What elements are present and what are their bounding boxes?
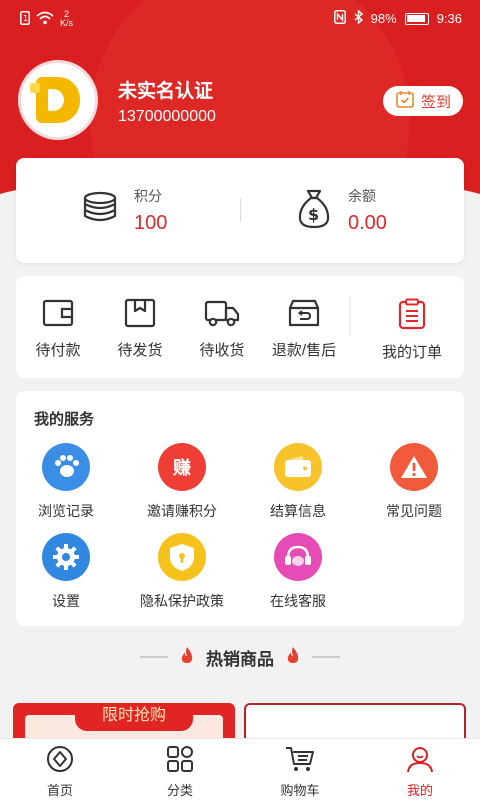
service-invite-earn[interactable]: 赚 邀请赚积分 xyxy=(122,443,242,521)
calendar-check-icon xyxy=(395,89,415,113)
service-privacy-policy[interactable]: 隐私保护政策 xyxy=(122,533,242,611)
order-pending-payment[interactable]: 待付款 xyxy=(16,298,100,360)
my-orders-label: 我的订单 xyxy=(381,344,442,361)
coins-icon xyxy=(80,188,120,233)
tab-label: 分类 xyxy=(166,783,193,798)
nfc-icon xyxy=(333,10,346,27)
bottom-tab-bar: 首页 分类 购物车 我的 xyxy=(0,738,480,800)
warning-icon xyxy=(390,443,438,491)
status-bar: 1 2 K/s 98% 9:36 xyxy=(0,0,480,36)
service-label: 在线客服 xyxy=(270,593,326,609)
points-item[interactable]: 积分 100 xyxy=(80,186,167,235)
gear-icon xyxy=(42,533,90,581)
wallet-icon xyxy=(274,443,322,491)
tab-home[interactable]: 首页 xyxy=(20,745,100,799)
services-card: 我的服务 浏览记录 赚 邀请赚积分 结算信息 常见问题 设置 隐私保护政策 在线… xyxy=(16,391,464,626)
points-value: 100 xyxy=(134,212,168,234)
tab-label: 购物车 xyxy=(280,783,320,798)
sim-icon: 1 xyxy=(20,10,30,28)
network-speed: 2 K/s xyxy=(60,9,74,28)
user-phone: 13700000000 xyxy=(118,108,216,125)
order-refund-aftersale[interactable]: 退款/售后 xyxy=(262,298,346,360)
hot-products-header: 热销商品 xyxy=(0,642,480,672)
user-name[interactable]: 未实名认证 xyxy=(118,76,213,103)
category-icon xyxy=(166,746,194,777)
flame-icon xyxy=(180,646,194,669)
money-bag-icon: $ xyxy=(296,187,332,234)
tab-cart[interactable]: 购物车 xyxy=(260,745,340,799)
divider-line xyxy=(312,656,340,658)
my-orders-link[interactable]: 我的订单 xyxy=(370,298,454,362)
tab-category[interactable]: 分类 xyxy=(140,745,220,799)
wallet-card: 积分 100 $ 余额 0.00 xyxy=(16,158,464,263)
user-icon xyxy=(405,747,435,777)
svg-text:1: 1 xyxy=(23,14,28,23)
headset-icon xyxy=(274,533,322,581)
balance-value: 0.00 xyxy=(348,212,387,234)
signin-button[interactable]: 签到 xyxy=(383,86,463,116)
tab-mine[interactable]: 我的 xyxy=(380,745,460,799)
battery-percent: 98% xyxy=(370,11,397,26)
service-faq[interactable]: 常见问题 xyxy=(354,443,474,521)
flash-sale-tag: 限时抢购 xyxy=(75,703,193,731)
balance-label: 余额 xyxy=(348,188,376,204)
points-label: 积分 xyxy=(134,188,162,204)
order-label: 待付款 xyxy=(35,342,81,359)
cart-icon xyxy=(285,747,315,777)
avatar[interactable] xyxy=(18,60,98,140)
home-icon xyxy=(46,746,74,777)
orders-separator xyxy=(349,296,351,336)
hot-products-title: 热销商品 xyxy=(206,649,274,669)
service-browse-history[interactable]: 浏览记录 xyxy=(6,443,126,521)
battery-icon xyxy=(404,12,429,25)
service-label: 隐私保护政策 xyxy=(140,593,224,609)
order-label: 待收货 xyxy=(199,342,245,359)
service-online-support[interactable]: 在线客服 xyxy=(238,533,358,611)
service-label: 邀请赚积分 xyxy=(147,503,217,519)
earn-icon: 赚 xyxy=(158,443,206,491)
service-label: 设置 xyxy=(52,593,80,609)
wallet-icon xyxy=(42,299,74,332)
app-logo-icon xyxy=(30,77,80,123)
order-label: 待发货 xyxy=(117,342,163,359)
order-label: 退款/售后 xyxy=(271,342,337,359)
tab-label: 我的 xyxy=(406,783,433,798)
bluetooth-icon xyxy=(354,9,363,27)
service-label: 浏览记录 xyxy=(38,503,94,519)
divider-line xyxy=(140,656,168,658)
footprint-icon xyxy=(42,443,90,491)
service-label: 常见问题 xyxy=(386,503,442,519)
shield-lock-icon xyxy=(158,533,206,581)
order-pending-receipt[interactable]: 待收货 xyxy=(180,298,264,360)
tab-label: 首页 xyxy=(46,783,73,798)
return-box-icon xyxy=(288,299,320,332)
order-list-icon xyxy=(397,298,427,334)
service-label: 结算信息 xyxy=(270,503,326,519)
wifi-icon xyxy=(36,11,54,28)
signin-label: 签到 xyxy=(420,93,451,111)
balance-item[interactable]: $ 余额 0.00 xyxy=(296,186,387,235)
svg-text:$: $ xyxy=(308,205,319,224)
service-settings[interactable]: 设置 xyxy=(6,533,126,611)
clock: 9:36 xyxy=(436,11,462,26)
truck-icon xyxy=(204,300,240,332)
services-title: 我的服务 xyxy=(34,411,95,428)
wallet-divider xyxy=(240,198,241,222)
box-icon xyxy=(124,298,156,332)
flame-icon xyxy=(286,646,300,669)
orders-card: 待付款 待发货 待收货 退款/售后 我的订单 xyxy=(16,276,464,378)
service-settlement[interactable]: 结算信息 xyxy=(238,443,358,521)
order-pending-shipment[interactable]: 待发货 xyxy=(98,298,182,360)
